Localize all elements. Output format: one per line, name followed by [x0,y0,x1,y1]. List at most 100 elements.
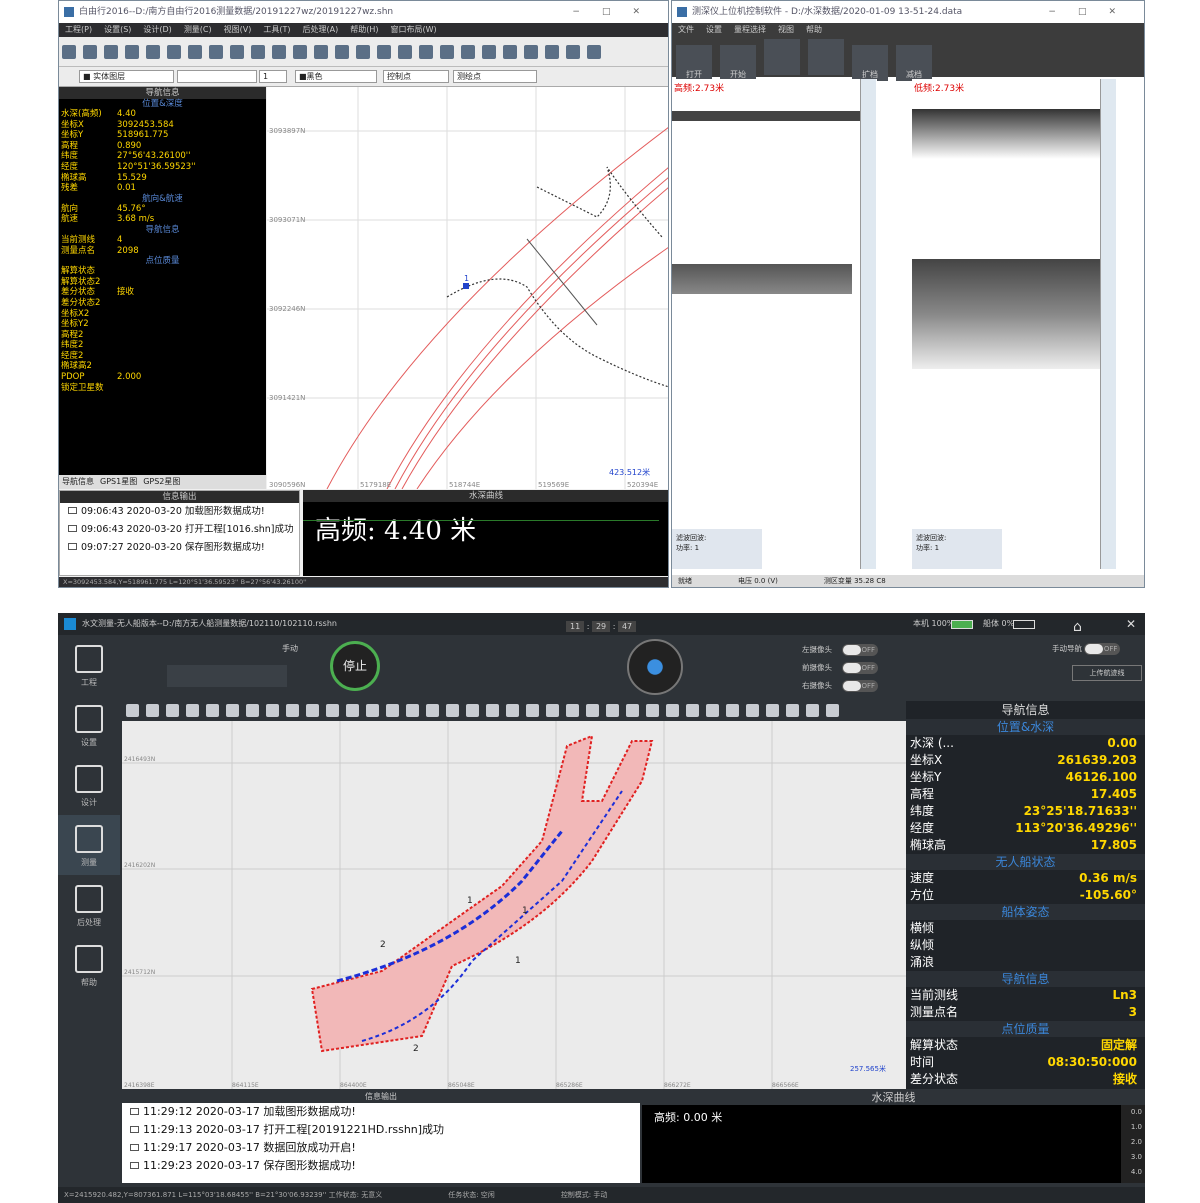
tool-icon[interactable] [293,45,307,59]
tool-icon[interactable] [524,45,538,59]
camera-toggle[interactable] [842,644,878,656]
tool-icon[interactable] [566,704,579,717]
filter-control[interactable]: 滤波回波: 功率: 1 [912,529,1002,569]
tool-icon[interactable] [146,45,160,59]
tool-button[interactable]: 开始 [720,45,756,81]
menu-item[interactable]: 量程选择 [734,25,766,34]
menu-item[interactable]: 设置 [706,25,722,34]
linewidth-select[interactable]: 1 [259,70,287,83]
tool-icon[interactable] [406,704,419,717]
tool-icon[interactable] [83,45,97,59]
tool-icon[interactable] [746,704,759,717]
tool-icon[interactable] [230,45,244,59]
tool-icon[interactable] [125,45,139,59]
menu-item[interactable]: 设计(D) [143,25,171,34]
tool-icon[interactable] [806,704,819,717]
tool-icon[interactable] [62,45,76,59]
close-icon[interactable]: ✕ [1126,613,1136,635]
window-controls[interactable]: −□✕ [572,1,662,23]
sidebar-item[interactable]: 帮助 [58,935,120,995]
tool-button[interactable]: 打开 [676,45,712,81]
tool-button[interactable] [808,39,844,75]
tool-icon[interactable] [335,45,349,59]
tool-icon[interactable] [466,704,479,717]
layer-select[interactable]: ■ 实体图层 [79,70,174,83]
tool-icon[interactable] [587,45,601,59]
tool-icon[interactable] [566,45,580,59]
tool-icon[interactable] [272,45,286,59]
tool-icon[interactable] [306,704,319,717]
menu-item[interactable]: 视图 [778,25,794,34]
tool-icon[interactable] [786,704,799,717]
tool-icon[interactable] [209,45,223,59]
sidebar-item[interactable]: 测量 [58,815,120,875]
tool-icon[interactable] [419,45,433,59]
tool-icon[interactable] [482,45,496,59]
tool-icon[interactable] [326,704,339,717]
tool-icon[interactable] [126,704,139,717]
camera-toggle[interactable] [842,662,878,674]
tool-icon[interactable] [503,45,517,59]
tool-icon[interactable] [206,704,219,717]
map-canvas[interactable]: 3093897N 3093071N 3092246N 3091421N 3090… [267,87,668,490]
tool-icon[interactable] [266,704,279,717]
tool-icon[interactable] [666,704,679,717]
tool-icon[interactable] [366,704,379,717]
nav-tab[interactable]: GPS1星图 [100,477,137,486]
menu-item[interactable]: 工具(T) [263,25,290,34]
tool-icon[interactable] [526,704,539,717]
camera-toggle[interactable] [842,680,878,692]
tool-icon[interactable] [586,704,599,717]
tool-icon[interactable] [686,704,699,717]
menu-item[interactable]: 文件 [678,25,694,34]
tool-icon[interactable] [726,704,739,717]
tool-icon[interactable] [146,704,159,717]
tool-icon[interactable] [486,704,499,717]
menu-item[interactable]: 测量(C) [184,25,212,34]
tool-icon[interactable] [426,704,439,717]
tool-icon[interactable] [104,45,118,59]
tool-icon[interactable] [377,45,391,59]
tool-icon[interactable] [646,704,659,717]
menu-item[interactable]: 视图(V) [224,25,252,34]
nav-tab[interactable]: GPS2星图 [143,477,180,486]
tool-icon[interactable] [356,45,370,59]
tool-icon[interactable] [706,704,719,717]
tool-icon[interactable] [766,704,779,717]
tool-icon[interactable] [546,704,559,717]
sidebar-item[interactable]: 设置 [58,695,120,755]
tool-icon[interactable] [286,704,299,717]
sidebar-item[interactable]: 工程 [58,635,120,695]
menu-item[interactable]: 窗口布局(W) [390,25,436,34]
map-canvas[interactable]: 1 1 2 2 1 2416493N 2416202N 2415712N 241… [122,721,906,1089]
menu-item[interactable]: 设置(S) [104,25,131,34]
menu-item[interactable]: 工程(P) [65,25,92,34]
menu-item[interactable]: 后处理(A) [303,25,339,34]
tool-icon[interactable] [398,45,412,59]
manual-nav-toggle[interactable] [1084,643,1121,655]
upload-track-button[interactable]: 上传航迹线 [1072,665,1142,681]
tool-icon[interactable] [440,45,454,59]
sidebar-item[interactable]: 后处理 [58,875,120,935]
tool-icon[interactable] [386,704,399,717]
sidebar-item[interactable]: 设计 [58,755,120,815]
tool-button[interactable] [764,39,800,75]
tool-icon[interactable] [446,704,459,717]
tool-icon[interactable] [314,45,328,59]
tool-icon[interactable] [346,704,359,717]
tool-button[interactable]: 减档 [896,45,932,81]
menu-item[interactable]: 帮助(H) [350,25,378,34]
tool-icon[interactable] [186,704,199,717]
tool-icon[interactable] [226,704,239,717]
tool-button[interactable]: 扩档 [852,45,888,81]
tool-icon[interactable] [461,45,475,59]
window-controls[interactable]: −□✕ [1048,1,1138,23]
color-select[interactable]: ■黑色 [295,70,377,83]
nav-tab[interactable]: 导航信息 [62,477,94,486]
tool-icon[interactable] [167,45,181,59]
tool-icon[interactable] [826,704,839,717]
tool-icon[interactable] [606,704,619,717]
menu-item[interactable]: 帮助 [806,25,822,34]
linetype-select[interactable] [177,70,257,83]
filter-control[interactable]: 滤波回波: 功率: 1 [672,529,762,569]
